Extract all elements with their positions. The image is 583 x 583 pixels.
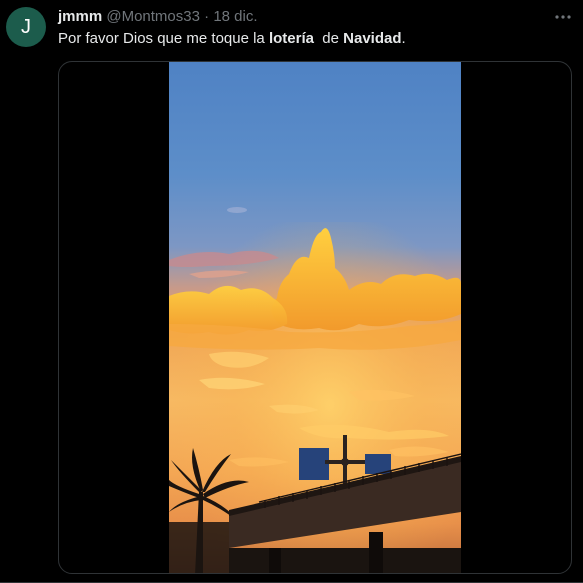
tweet-text-bold: lotería [268,30,314,47]
more-horizontal-icon[interactable] [554,8,572,26]
sunset-video-still [169,62,461,573]
avatar-letter: J [21,16,31,38]
tweet[interactable]: J jmmm @Montmos33 · 18 dic. Por favor Di… [0,0,583,583]
tweet-text-bold: Navidad [343,30,402,47]
avatar[interactable]: J [6,7,46,47]
user-name[interactable]: jmmm [58,8,102,25]
tweet-header: jmmm @Montmos33 · 18 dic. [58,8,258,26]
video-frame[interactable] [169,62,461,573]
user-handle[interactable]: @Montmos33 [106,8,200,25]
tweet-text-part: de [313,30,344,47]
tweet-text: Por favor Dios que me toque la lotería d… [58,30,406,48]
tweet-text-part: Por favor Dios que me toque la [58,30,269,47]
separator-dot: · [204,8,210,25]
video-media[interactable] [58,61,572,574]
tweet-date[interactable]: 18 dic. [213,8,257,25]
tweet-text-part: . [401,30,406,47]
